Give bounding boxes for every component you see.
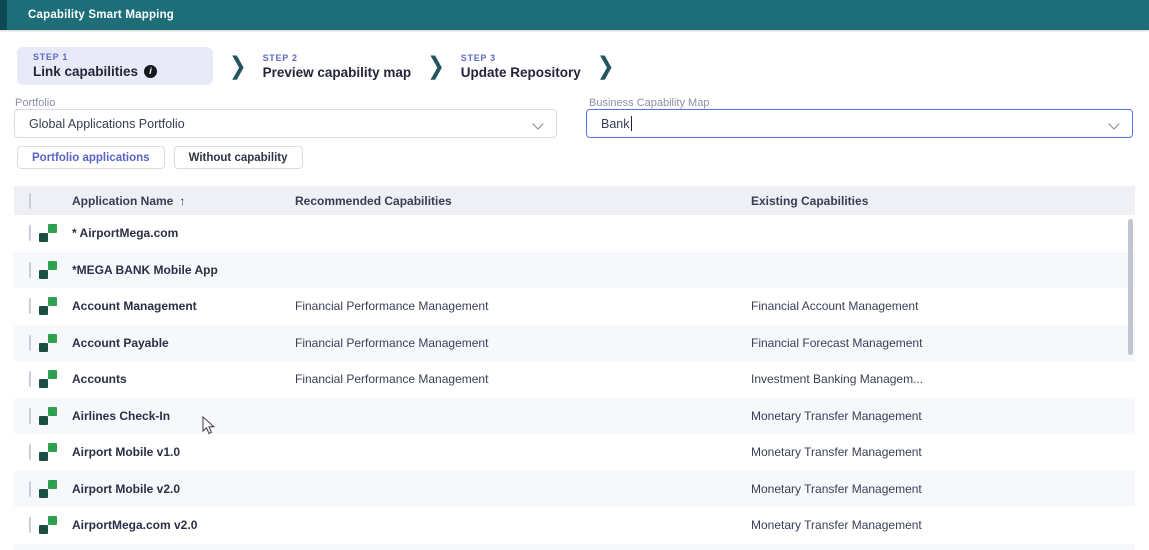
row-checkbox[interactable]: [29, 262, 31, 278]
page-title: Capability Smart Mapping: [28, 9, 174, 21]
step-3-label: STEP 3: [461, 53, 581, 63]
row-checkbox[interactable]: [29, 371, 31, 387]
partial-next-row: [14, 544, 1135, 550]
step-1-title: Link capabilities: [33, 64, 138, 79]
business-capability-map-value: Bank: [601, 117, 630, 131]
existing-capability: Monetary Transfer Management: [751, 409, 1135, 423]
application-name: Accounts: [72, 372, 295, 386]
filter-chips: Portfolio applications Without capabilit…: [17, 146, 303, 169]
row-checkbox[interactable]: [29, 517, 31, 533]
row-checkbox[interactable]: [29, 444, 31, 460]
column-header-application-name[interactable]: Application Name↑: [72, 194, 295, 208]
recommended-capability: Financial Performance Management: [295, 336, 751, 350]
step-1-link-capabilities[interactable]: STEP 1 Link capabilities i: [17, 47, 213, 85]
existing-capability: Monetary Transfer Management: [751, 482, 1135, 496]
app-header: Capability Smart Mapping: [0, 0, 1149, 30]
existing-capability: Financial Account Management: [751, 299, 1135, 313]
business-capability-map-label: Business Capability Map: [589, 97, 709, 109]
row-checkbox[interactable]: [29, 335, 31, 351]
recommended-capability: Financial Performance Management: [295, 299, 751, 313]
table-row[interactable]: Airport Mobile v2.0 Monetary Transfer Ma…: [14, 471, 1135, 508]
application-name: Airlines Check-In: [72, 409, 295, 423]
portfolio-label: Portfolio: [15, 97, 55, 109]
portfolio-applications-button[interactable]: Portfolio applications: [17, 146, 165, 169]
table-row[interactable]: Accounts Financial Performance Managemen…: [14, 361, 1135, 398]
stepper: STEP 1 Link capabilities i ❯ STEP 2 Prev…: [17, 47, 630, 85]
step-1-label: STEP 1: [33, 52, 197, 62]
row-checkbox[interactable]: [29, 481, 31, 497]
application-name: Account Payable: [72, 336, 295, 350]
vertical-scrollbar[interactable]: [1128, 219, 1133, 355]
portfolio-select[interactable]: Global Applications Portfolio: [14, 109, 557, 138]
table-row[interactable]: *MEGA BANK Mobile App: [14, 252, 1135, 289]
text-caret: [631, 116, 632, 131]
table-row[interactable]: Airport Mobile v1.0 Monetary Transfer Ma…: [14, 434, 1135, 471]
existing-capability: Financial Forecast Management: [751, 336, 1135, 350]
existing-capability: Investment Banking Managem...: [751, 372, 1135, 386]
table-row[interactable]: Account Management Financial Performance…: [14, 288, 1135, 325]
application-name: * AirportMega.com: [72, 226, 295, 240]
step-2-preview-capability-map[interactable]: STEP 2 Preview capability map: [263, 53, 412, 80]
row-checkbox[interactable]: [29, 298, 31, 314]
chevron-down-icon[interactable]: [1110, 120, 1118, 128]
step-3-update-repository[interactable]: STEP 3 Update Repository: [461, 53, 581, 80]
chevron-down-icon[interactable]: [534, 120, 542, 128]
application-name: Airport Mobile v1.0: [72, 445, 295, 459]
mouse-cursor: [202, 416, 216, 436]
table-body: * AirportMega.com *MEGA BANK Mobile App …: [14, 215, 1135, 544]
application-name: Airport Mobile v2.0: [72, 482, 295, 496]
existing-capability: Monetary Transfer Management: [751, 445, 1135, 459]
application-name: AirportMega.com v2.0: [72, 518, 295, 532]
table-header: Application Name↑ Recommended Capabiliti…: [14, 186, 1135, 215]
column-header-existing-capabilities[interactable]: Existing Capabilities: [751, 194, 1135, 208]
step-2-label: STEP 2: [263, 53, 412, 63]
select-all-checkbox[interactable]: [29, 193, 31, 209]
recommended-capability: Financial Performance Management: [295, 372, 751, 386]
row-checkbox[interactable]: [29, 408, 31, 424]
existing-capability: Monetary Transfer Management: [751, 518, 1135, 532]
applications-table: Application Name↑ Recommended Capabiliti…: [14, 186, 1135, 550]
portfolio-select-value: Global Applications Portfolio: [29, 117, 185, 131]
without-capability-button[interactable]: Without capability: [174, 146, 303, 169]
row-checkbox[interactable]: [29, 225, 31, 241]
step-2-title: Preview capability map: [263, 65, 412, 80]
application-name: Account Management: [72, 299, 295, 313]
chevron-right-icon: ❯: [597, 52, 615, 81]
step-3-title: Update Repository: [461, 65, 581, 80]
sort-ascending-icon[interactable]: ↑: [179, 194, 185, 208]
column-header-recommended-capabilities[interactable]: Recommended Capabilities: [295, 194, 751, 208]
chevron-right-icon: ❯: [229, 52, 247, 81]
chevron-right-icon: ❯: [427, 52, 445, 81]
info-icon[interactable]: i: [144, 65, 157, 78]
header-left-edge: [0, 0, 7, 30]
table-row[interactable]: * AirportMega.com: [14, 215, 1135, 252]
table-row[interactable]: Airlines Check-In Monetary Transfer Mana…: [14, 398, 1135, 435]
table-row[interactable]: Account Payable Financial Performance Ma…: [14, 325, 1135, 362]
application-name: *MEGA BANK Mobile App: [72, 263, 295, 277]
table-row[interactable]: AirportMega.com v2.0 Monetary Transfer M…: [14, 507, 1135, 544]
business-capability-map-input[interactable]: Bank: [586, 109, 1133, 138]
